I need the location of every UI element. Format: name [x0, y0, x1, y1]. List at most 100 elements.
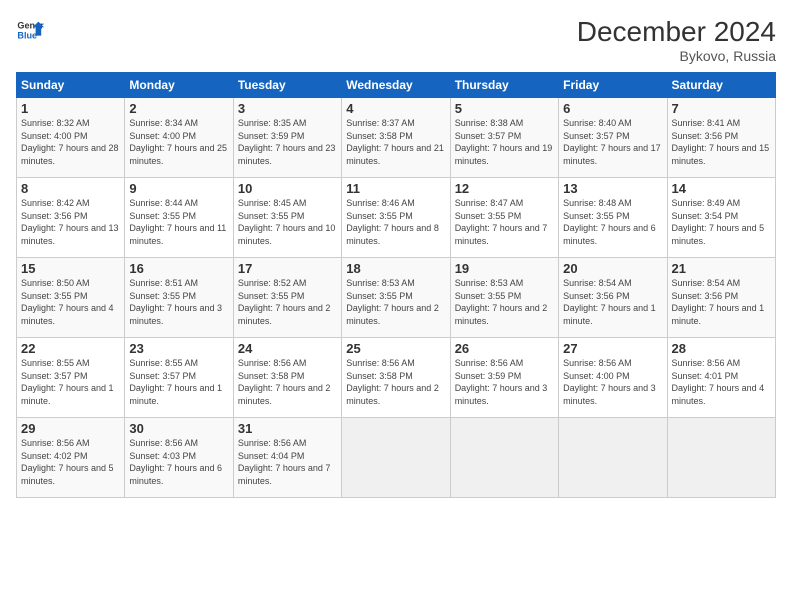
calendar-empty-cell: [450, 418, 558, 498]
calendar-day-25: 25 Sunrise: 8:56 AMSunset: 3:58 PMDaylig…: [342, 338, 450, 418]
calendar-day-17: 17 Sunrise: 8:52 AMSunset: 3:55 PMDaylig…: [233, 258, 341, 338]
calendar-day-12: 12 Sunrise: 8:47 AMSunset: 3:55 PMDaylig…: [450, 178, 558, 258]
day-number: 19: [455, 261, 554, 276]
day-info: Sunrise: 8:56 AMSunset: 3:58 PMDaylight:…: [346, 357, 445, 407]
day-number: 22: [21, 341, 120, 356]
calendar-day-19: 19 Sunrise: 8:53 AMSunset: 3:55 PMDaylig…: [450, 258, 558, 338]
day-info: Sunrise: 8:37 AMSunset: 3:58 PMDaylight:…: [346, 117, 445, 167]
calendar-day-10: 10 Sunrise: 8:45 AMSunset: 3:55 PMDaylig…: [233, 178, 341, 258]
day-number: 31: [238, 421, 337, 436]
calendar-day-22: 22 Sunrise: 8:55 AMSunset: 3:57 PMDaylig…: [17, 338, 125, 418]
day-info: Sunrise: 8:32 AMSunset: 4:00 PMDaylight:…: [21, 117, 120, 167]
day-info: Sunrise: 8:56 AMSunset: 4:02 PMDaylight:…: [21, 437, 120, 487]
day-number: 1: [21, 101, 120, 116]
day-info: Sunrise: 8:53 AMSunset: 3:55 PMDaylight:…: [346, 277, 445, 327]
calendar-day-23: 23 Sunrise: 8:55 AMSunset: 3:57 PMDaylig…: [125, 338, 233, 418]
day-number: 26: [455, 341, 554, 356]
day-info: Sunrise: 8:55 AMSunset: 3:57 PMDaylight:…: [21, 357, 120, 407]
day-number: 13: [563, 181, 662, 196]
day-info: Sunrise: 8:34 AMSunset: 4:00 PMDaylight:…: [129, 117, 228, 167]
col-saturday: Saturday: [667, 73, 775, 98]
day-number: 30: [129, 421, 228, 436]
logo: General Blue: [16, 16, 44, 44]
calendar-week-2: 8 Sunrise: 8:42 AMSunset: 3:56 PMDayligh…: [17, 178, 776, 258]
day-number: 7: [672, 101, 771, 116]
day-info: Sunrise: 8:56 AMSunset: 4:01 PMDaylight:…: [672, 357, 771, 407]
day-info: Sunrise: 8:44 AMSunset: 3:55 PMDaylight:…: [129, 197, 228, 247]
calendar-day-20: 20 Sunrise: 8:54 AMSunset: 3:56 PMDaylig…: [559, 258, 667, 338]
calendar-day-8: 8 Sunrise: 8:42 AMSunset: 3:56 PMDayligh…: [17, 178, 125, 258]
day-number: 3: [238, 101, 337, 116]
day-number: 21: [672, 261, 771, 276]
col-wednesday: Wednesday: [342, 73, 450, 98]
calendar-day-13: 13 Sunrise: 8:48 AMSunset: 3:55 PMDaylig…: [559, 178, 667, 258]
calendar-table: Sunday Monday Tuesday Wednesday Thursday…: [16, 72, 776, 498]
day-info: Sunrise: 8:52 AMSunset: 3:55 PMDaylight:…: [238, 277, 337, 327]
calendar-empty-cell: [667, 418, 775, 498]
calendar-day-30: 30 Sunrise: 8:56 AMSunset: 4:03 PMDaylig…: [125, 418, 233, 498]
calendar-week-1: 1 Sunrise: 8:32 AMSunset: 4:00 PMDayligh…: [17, 98, 776, 178]
day-info: Sunrise: 8:38 AMSunset: 3:57 PMDaylight:…: [455, 117, 554, 167]
day-info: Sunrise: 8:45 AMSunset: 3:55 PMDaylight:…: [238, 197, 337, 247]
day-number: 4: [346, 101, 445, 116]
day-info: Sunrise: 8:54 AMSunset: 3:56 PMDaylight:…: [672, 277, 771, 327]
day-info: Sunrise: 8:48 AMSunset: 3:55 PMDaylight:…: [563, 197, 662, 247]
calendar-day-21: 21 Sunrise: 8:54 AMSunset: 3:56 PMDaylig…: [667, 258, 775, 338]
day-number: 18: [346, 261, 445, 276]
calendar-week-5: 29 Sunrise: 8:56 AMSunset: 4:02 PMDaylig…: [17, 418, 776, 498]
day-info: Sunrise: 8:53 AMSunset: 3:55 PMDaylight:…: [455, 277, 554, 327]
day-number: 8: [21, 181, 120, 196]
day-info: Sunrise: 8:35 AMSunset: 3:59 PMDaylight:…: [238, 117, 337, 167]
calendar-day-31: 31 Sunrise: 8:56 AMSunset: 4:04 PMDaylig…: [233, 418, 341, 498]
day-number: 5: [455, 101, 554, 116]
calendar-day-9: 9 Sunrise: 8:44 AMSunset: 3:55 PMDayligh…: [125, 178, 233, 258]
day-info: Sunrise: 8:51 AMSunset: 3:55 PMDaylight:…: [129, 277, 228, 327]
day-info: Sunrise: 8:49 AMSunset: 3:54 PMDaylight:…: [672, 197, 771, 247]
day-info: Sunrise: 8:56 AMSunset: 4:00 PMDaylight:…: [563, 357, 662, 407]
title-block: December 2024 Bykovo, Russia: [577, 16, 776, 64]
day-number: 2: [129, 101, 228, 116]
day-number: 14: [672, 181, 771, 196]
calendar-day-5: 5 Sunrise: 8:38 AMSunset: 3:57 PMDayligh…: [450, 98, 558, 178]
day-number: 24: [238, 341, 337, 356]
day-number: 27: [563, 341, 662, 356]
col-monday: Monday: [125, 73, 233, 98]
calendar-day-1: 1 Sunrise: 8:32 AMSunset: 4:00 PMDayligh…: [17, 98, 125, 178]
day-number: 6: [563, 101, 662, 116]
day-number: 12: [455, 181, 554, 196]
calendar-week-3: 15 Sunrise: 8:50 AMSunset: 3:55 PMDaylig…: [17, 258, 776, 338]
day-info: Sunrise: 8:50 AMSunset: 3:55 PMDaylight:…: [21, 277, 120, 327]
calendar-day-26: 26 Sunrise: 8:56 AMSunset: 3:59 PMDaylig…: [450, 338, 558, 418]
day-info: Sunrise: 8:46 AMSunset: 3:55 PMDaylight:…: [346, 197, 445, 247]
day-number: 23: [129, 341, 228, 356]
calendar-day-29: 29 Sunrise: 8:56 AMSunset: 4:02 PMDaylig…: [17, 418, 125, 498]
day-info: Sunrise: 8:56 AMSunset: 3:59 PMDaylight:…: [455, 357, 554, 407]
day-info: Sunrise: 8:56 AMSunset: 4:04 PMDaylight:…: [238, 437, 337, 487]
calendar-day-27: 27 Sunrise: 8:56 AMSunset: 4:00 PMDaylig…: [559, 338, 667, 418]
day-info: Sunrise: 8:54 AMSunset: 3:56 PMDaylight:…: [563, 277, 662, 327]
calendar-empty-cell: [559, 418, 667, 498]
day-info: Sunrise: 8:42 AMSunset: 3:56 PMDaylight:…: [21, 197, 120, 247]
header: General Blue December 2024 Bykovo, Russi…: [16, 16, 776, 64]
logo-icon: General Blue: [16, 16, 44, 44]
month-title: December 2024: [577, 16, 776, 48]
calendar-day-7: 7 Sunrise: 8:41 AMSunset: 3:56 PMDayligh…: [667, 98, 775, 178]
day-number: 28: [672, 341, 771, 356]
calendar-empty-cell: [342, 418, 450, 498]
day-number: 10: [238, 181, 337, 196]
calendar-day-24: 24 Sunrise: 8:56 AMSunset: 3:58 PMDaylig…: [233, 338, 341, 418]
day-info: Sunrise: 8:40 AMSunset: 3:57 PMDaylight:…: [563, 117, 662, 167]
day-info: Sunrise: 8:55 AMSunset: 3:57 PMDaylight:…: [129, 357, 228, 407]
day-number: 29: [21, 421, 120, 436]
calendar-day-28: 28 Sunrise: 8:56 AMSunset: 4:01 PMDaylig…: [667, 338, 775, 418]
day-info: Sunrise: 8:41 AMSunset: 3:56 PMDaylight:…: [672, 117, 771, 167]
day-number: 25: [346, 341, 445, 356]
calendar-day-18: 18 Sunrise: 8:53 AMSunset: 3:55 PMDaylig…: [342, 258, 450, 338]
calendar-day-14: 14 Sunrise: 8:49 AMSunset: 3:54 PMDaylig…: [667, 178, 775, 258]
calendar-day-11: 11 Sunrise: 8:46 AMSunset: 3:55 PMDaylig…: [342, 178, 450, 258]
day-info: Sunrise: 8:47 AMSunset: 3:55 PMDaylight:…: [455, 197, 554, 247]
location-subtitle: Bykovo, Russia: [577, 48, 776, 64]
col-tuesday: Tuesday: [233, 73, 341, 98]
svg-text:Blue: Blue: [17, 30, 37, 40]
col-thursday: Thursday: [450, 73, 558, 98]
